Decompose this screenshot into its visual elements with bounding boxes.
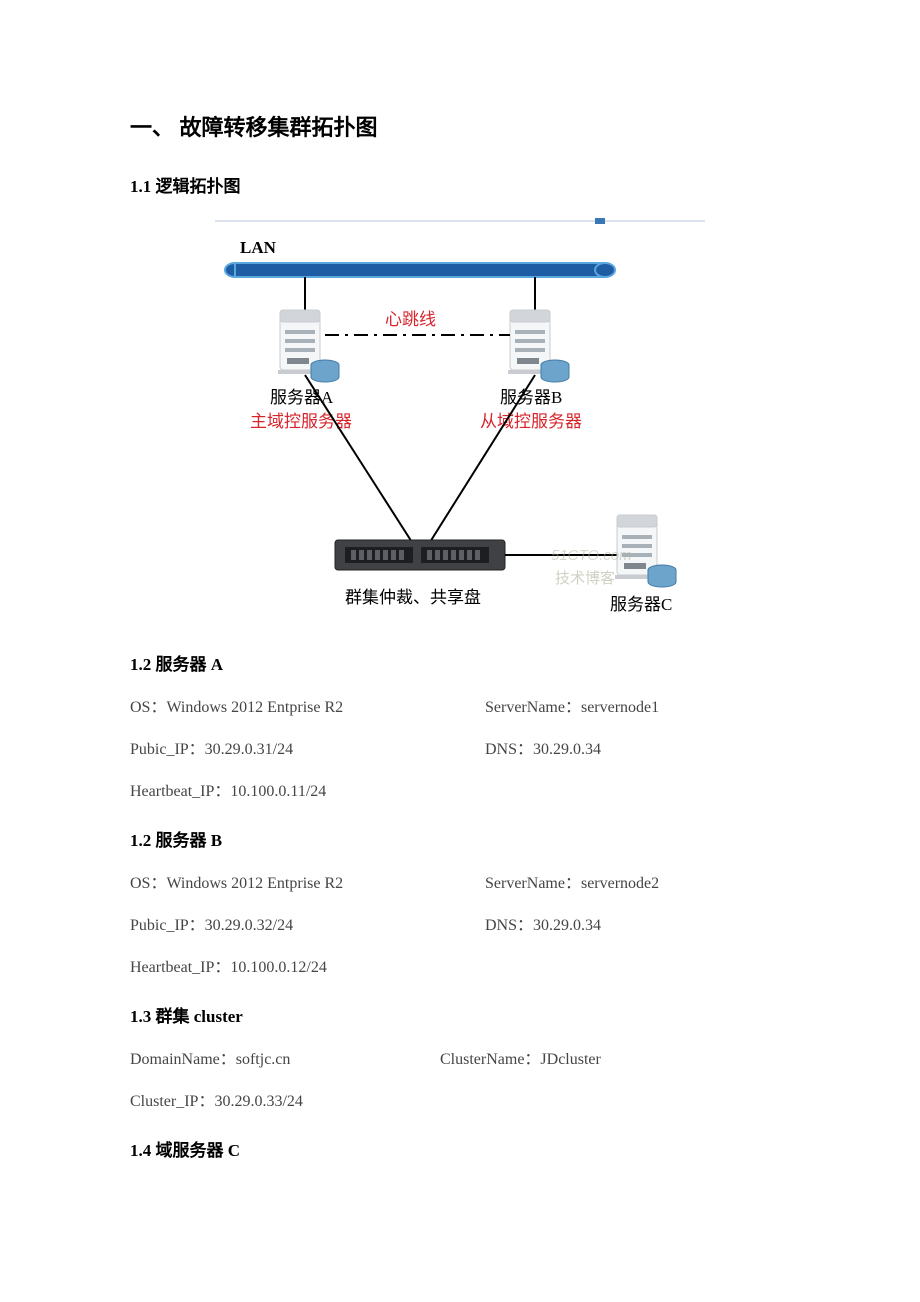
server-a-icon (278, 310, 339, 382)
topology-diagram: LAN (130, 215, 790, 625)
heartbeat-label: 心跳线 (385, 310, 436, 329)
serverA-dns: DNS：30.29.0.34 (485, 735, 790, 759)
row: Pubic_IP：30.29.0.31/24 DNS：30.29.0.34 (130, 735, 790, 759)
watermark-1: 51CTO.com (551, 547, 632, 564)
row: OS：Windows 2012 Entprise R2 ServerName：s… (130, 869, 790, 893)
server-b-label: 服务器B (500, 388, 562, 407)
server-a-role: 主域控服务器 (250, 412, 352, 431)
cluster-ip: Cluster_IP：30.29.0.33/24 (130, 1087, 303, 1111)
cluster-name: ClusterName：JDcluster (440, 1045, 601, 1069)
watermark-2: 技术博客 (555, 570, 615, 587)
cluster-domain: DomainName：softjc.cn (130, 1045, 440, 1069)
heading-1-3: 1.3 群集 cluster (130, 1002, 790, 1027)
server-b-icon (508, 310, 569, 382)
serverB-dns: DNS：30.29.0.34 (485, 911, 790, 935)
topology-svg: LAN (205, 215, 715, 625)
serverB-name: ServerName：servernode2 (485, 869, 790, 893)
row: Heartbeat_IP：10.100.0.11/24 (130, 777, 790, 801)
quorum-label: 群集仲裁、共享盘 (345, 588, 481, 607)
serverA-pubip: Pubic_IP：30.29.0.31/24 (130, 735, 485, 759)
serverB-os: OS：Windows 2012 Entprise R2 (130, 869, 485, 893)
document-page: 一、 故障转移集群拓扑图 1.1 逻辑拓扑图 LAN (0, 0, 920, 1239)
row: Pubic_IP：30.29.0.32/24 DNS：30.29.0.34 (130, 911, 790, 935)
heading-1-2a: 1.2 服务器 A (130, 650, 790, 675)
serverB-hbip: Heartbeat_IP：10.100.0.12/24 (130, 953, 327, 977)
heading-1-4: 1.4 域服务器 C (130, 1136, 790, 1161)
row: DomainName：softjc.cn ClusterName：JDclust… (130, 1045, 790, 1069)
row: Cluster_IP：30.29.0.33/24 (130, 1087, 790, 1111)
row: OS：Windows 2012 Entprise R2 ServerName：s… (130, 693, 790, 717)
rack-server-icon (335, 540, 505, 570)
serverA-hbip: Heartbeat_IP：10.100.0.11/24 (130, 777, 326, 801)
lan-label: LAN (240, 238, 277, 257)
heading-1: 一、 故障转移集群拓扑图 (130, 110, 790, 142)
heading-1-2b: 1.2 服务器 B (130, 826, 790, 851)
heading-1-1: 1.1 逻辑拓扑图 (130, 172, 790, 197)
serverB-pubip: Pubic_IP：30.29.0.32/24 (130, 911, 485, 935)
server-b-role: 从域控服务器 (480, 412, 582, 431)
serverA-name: ServerName：servernode1 (485, 693, 790, 717)
server-c-label: 服务器C (610, 595, 672, 614)
serverA-os: OS：Windows 2012 Entprise R2 (130, 693, 485, 717)
row: Heartbeat_IP：10.100.0.12/24 (130, 953, 790, 977)
